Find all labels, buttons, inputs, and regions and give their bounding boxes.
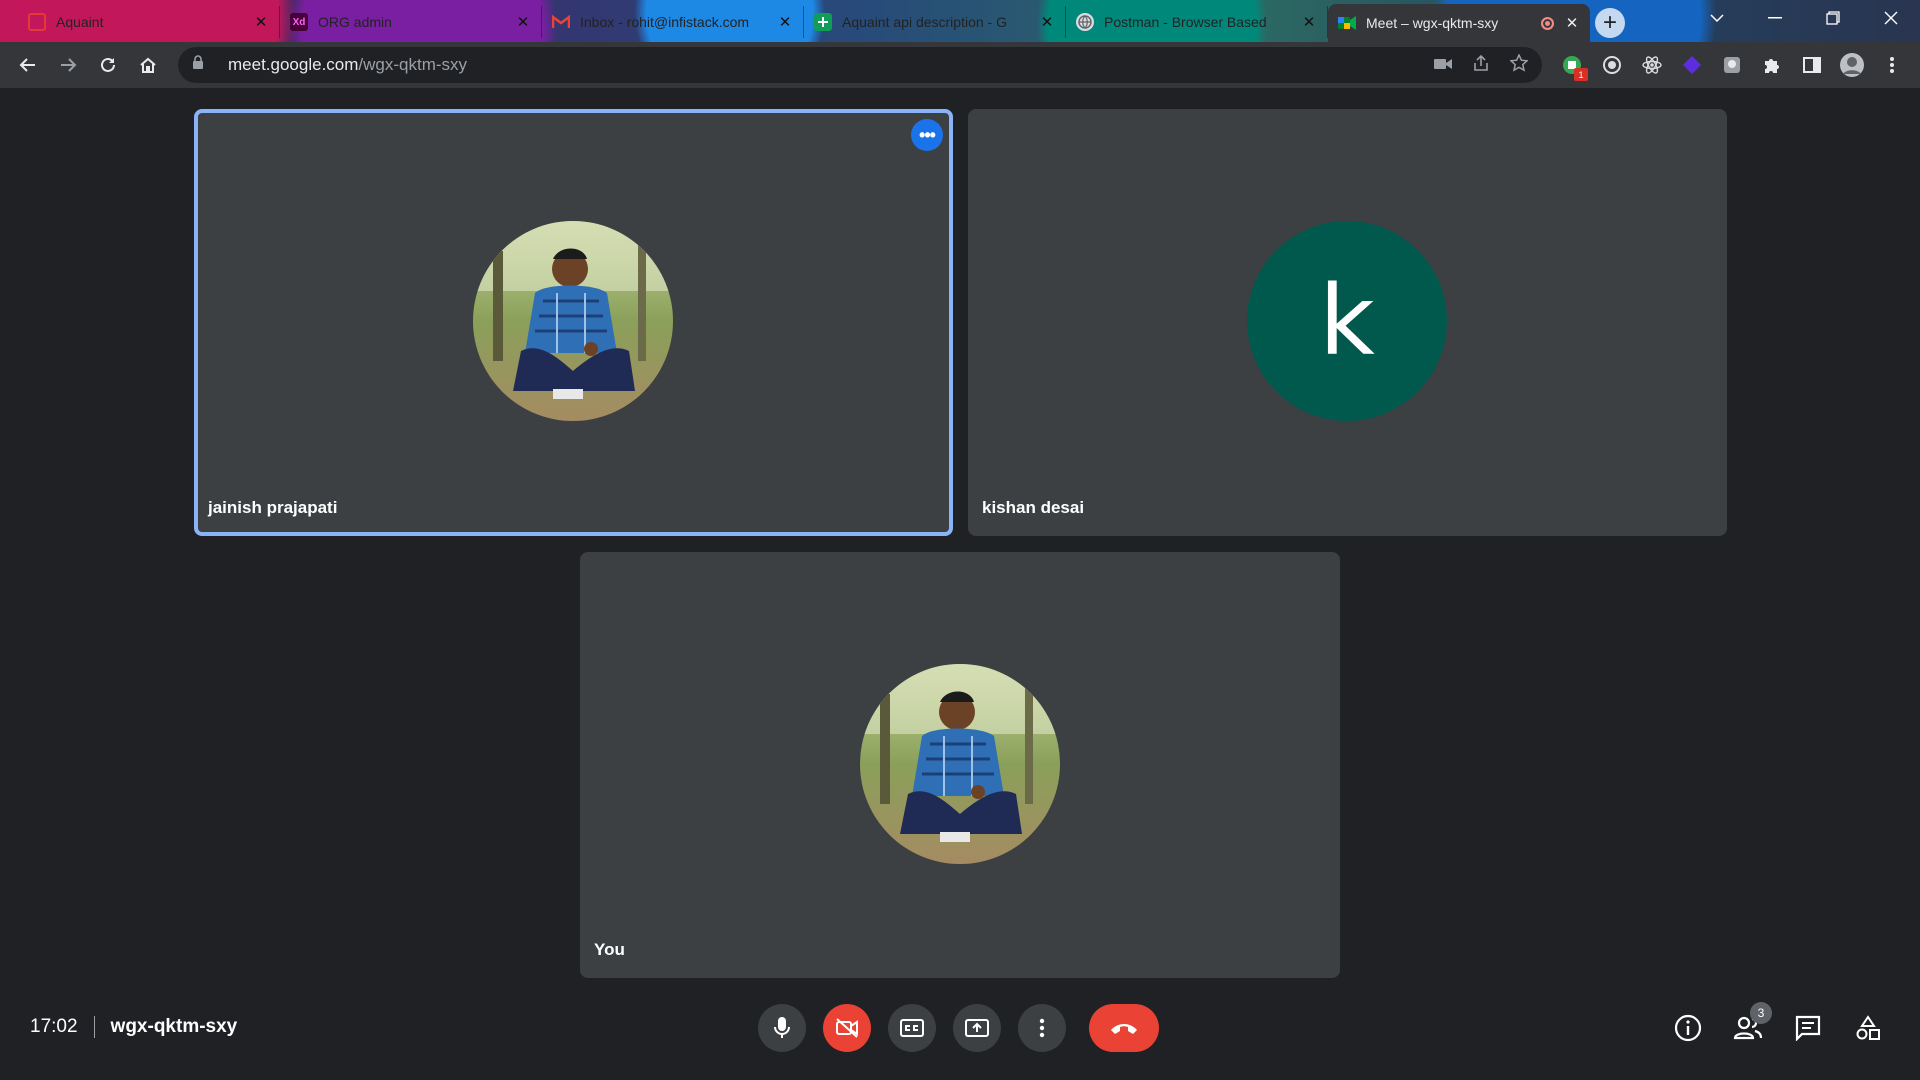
extension-gray-icon[interactable] xyxy=(1718,51,1746,79)
sheets-favicon-icon xyxy=(814,13,832,31)
participant-avatar-initial: k xyxy=(1247,221,1447,421)
activities-button[interactable] xyxy=(1846,1006,1890,1050)
microphone-icon xyxy=(774,1017,790,1038)
tab-gmail-inbox[interactable]: Inbox - rohit@infistack.com ✕ xyxy=(542,6,804,38)
close-icon[interactable]: ✕ xyxy=(777,14,793,31)
browser-toolbar: meet.google.com/wgx-qktm-sxy 1 xyxy=(0,42,1920,88)
home-button[interactable] xyxy=(128,47,168,83)
tab-label: Aquaint xyxy=(56,14,104,30)
tab-meet[interactable]: Meet – wgx-qktm-sxy ✕ xyxy=(1328,4,1590,42)
close-window-button[interactable] xyxy=(1862,0,1920,36)
hang-up-icon xyxy=(1111,1024,1137,1034)
call-controls xyxy=(758,1004,1159,1052)
more-options-button[interactable] xyxy=(1018,1004,1066,1052)
participant-avatar-photo xyxy=(473,221,673,421)
meeting-time: 17:02 xyxy=(30,1016,78,1037)
new-tab-button[interactable]: + xyxy=(1595,8,1625,38)
meeting-details-button[interactable] xyxy=(1666,1006,1710,1050)
captions-button[interactable] xyxy=(888,1004,936,1052)
meet-stage: ••• jainish prajapati k kishan desai You… xyxy=(0,88,1920,1080)
more-vert-icon xyxy=(1039,1018,1045,1038)
divider xyxy=(93,1016,95,1038)
tab-search-icon[interactable] xyxy=(1688,0,1746,36)
chat-button[interactable] xyxy=(1786,1006,1830,1050)
participant-tile-jainish[interactable]: ••• jainish prajapati xyxy=(194,109,953,536)
microphone-button[interactable] xyxy=(758,1004,806,1052)
present-screen-button[interactable] xyxy=(953,1004,1001,1052)
meeting-info: 17:02 wgx-qktm-sxy xyxy=(30,1016,237,1038)
close-icon[interactable]: ✕ xyxy=(253,14,269,31)
tab-org-admin[interactable]: Xd ORG admin ✕ xyxy=(280,6,542,38)
close-icon[interactable]: ✕ xyxy=(515,14,531,31)
info-icon xyxy=(1674,1014,1702,1042)
bookmark-star-icon[interactable] xyxy=(1509,52,1529,77)
camera-in-use-icon[interactable] xyxy=(1434,55,1452,75)
participant-name: You xyxy=(594,940,625,959)
present-screen-icon xyxy=(965,1019,989,1037)
browser-menu-icon[interactable] xyxy=(1878,51,1906,79)
meet-bottom-bar: 17:02 wgx-qktm-sxy 3 xyxy=(0,992,1920,1072)
side-panel-icon[interactable] xyxy=(1798,51,1826,79)
chat-icon xyxy=(1795,1015,1821,1041)
self-avatar-photo xyxy=(860,664,1060,864)
camera-off-icon xyxy=(836,1018,858,1038)
close-icon[interactable]: ✕ xyxy=(1564,15,1580,32)
close-icon[interactable]: ✕ xyxy=(1301,14,1317,31)
tab-label: Aquaint api description - G xyxy=(842,14,1007,30)
address-bar[interactable]: meet.google.com/wgx-qktm-sxy xyxy=(178,47,1542,83)
extension-green-icon[interactable]: 1 xyxy=(1558,51,1588,81)
url-path: /wgx-qktm-sxy xyxy=(358,55,468,74)
meet-favicon-icon xyxy=(1338,14,1356,32)
activities-icon xyxy=(1856,1015,1880,1040)
tab-label: Inbox - rohit@infistack.com xyxy=(580,14,750,30)
aquaint-favicon-icon xyxy=(28,13,46,31)
participant-name: kishan desai xyxy=(982,498,1085,517)
tab-label: ORG admin xyxy=(318,14,392,30)
participant-tile-kishan[interactable]: k kishan desai xyxy=(968,109,1727,536)
meeting-code: wgx-qktm-sxy xyxy=(110,1016,238,1037)
forward-button[interactable] xyxy=(48,47,88,83)
captions-icon xyxy=(900,1019,924,1037)
lock-icon[interactable] xyxy=(192,55,210,75)
profile-avatar-icon[interactable] xyxy=(1838,51,1866,79)
globe-favicon-icon xyxy=(1076,13,1094,31)
people-count-badge: 3 xyxy=(1750,1002,1772,1024)
extension-badge: 1 xyxy=(1574,68,1588,81)
extensions-row: 1 xyxy=(1558,47,1906,83)
participant-more-options-button[interactable]: ••• xyxy=(911,119,943,151)
gmail-favicon-icon xyxy=(552,13,570,31)
side-controls: 3 xyxy=(1666,1002,1890,1050)
window-controls xyxy=(1688,0,1920,42)
close-icon[interactable]: ✕ xyxy=(1039,14,1055,31)
share-icon[interactable] xyxy=(1472,54,1490,77)
tab-label: Meet – wgx-qktm-sxy xyxy=(1366,15,1499,31)
browser-tab-strip: Aquaint ✕ Xd ORG admin ✕ Inbox - rohit@i… xyxy=(0,0,1920,42)
reload-button[interactable] xyxy=(88,47,128,83)
extension-react-icon[interactable] xyxy=(1638,51,1666,79)
extension-target-icon[interactable] xyxy=(1598,51,1626,79)
tab-sheets[interactable]: Aquaint api description - G ✕ xyxy=(804,6,1066,38)
camera-off-button[interactable] xyxy=(823,1004,871,1052)
leave-call-button[interactable] xyxy=(1089,1004,1159,1052)
tab-aquaint[interactable]: Aquaint ✕ xyxy=(18,6,280,38)
xd-favicon-icon: Xd xyxy=(290,13,308,31)
extension-diamond-icon[interactable] xyxy=(1678,51,1706,79)
tab-label: Postman - Browser Based xyxy=(1104,14,1267,30)
back-button[interactable] xyxy=(8,47,48,83)
recording-indicator-icon xyxy=(1541,16,1554,30)
url-host: meet.google.com xyxy=(228,55,359,74)
tab-postman[interactable]: Postman - Browser Based ✕ xyxy=(1066,6,1328,38)
extensions-puzzle-icon[interactable] xyxy=(1758,51,1786,79)
minimize-button[interactable] xyxy=(1746,0,1804,36)
participant-name: jainish prajapati xyxy=(208,498,338,517)
people-button[interactable]: 3 xyxy=(1726,1002,1772,1050)
participant-tile-self[interactable]: You xyxy=(580,552,1340,978)
restore-button[interactable] xyxy=(1804,0,1862,36)
